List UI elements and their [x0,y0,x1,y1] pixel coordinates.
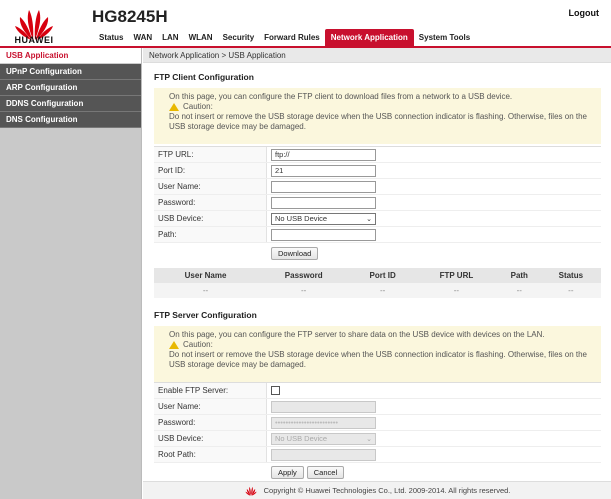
ftp-url-row: FTP URL: [154,147,601,163]
column-header: Path [497,268,541,283]
user-name-label: User Name: [154,179,267,194]
usb-device-label: USB Device: [154,211,267,226]
download-row: Download [154,243,601,263]
ftp-client-form: FTP URL: Port ID: User Name: Password: U… [154,146,601,263]
copyright-text: Copyright © Huawei Technologies Co., Ltd… [263,486,511,495]
nav-lan[interactable]: LAN [157,29,183,46]
path-input[interactable] [271,228,376,241]
nav-wan[interactable]: WAN [128,29,157,46]
password-row: Password: [154,195,601,211]
ftp-server-form: Enable FTP Server: User Name: Password: … [154,382,601,481]
port-id-row: Port ID: [154,163,601,179]
footer: Copyright © Huawei Technologies Co., Ltd… [143,481,611,499]
ftp-client-notice: On this page, you can configure the FTP … [154,88,601,144]
table-cell: -- [350,283,415,298]
root-path-input[interactable] [271,448,376,461]
header: HUAWEI HG8245H Logout Status WAN LAN WLA… [0,0,611,48]
chevron-down-icon: ⌄ [366,435,372,443]
table-row: -- -- -- -- -- -- [154,283,601,298]
ftp-server-caution: Caution: [169,340,593,350]
port-id-label: Port ID: [154,163,267,178]
warning-icon [169,341,179,349]
enable-ftp-server-label: Enable FTP Server: [154,383,267,398]
caution-label: Caution: [183,340,213,349]
sidebar-item-ddns-configuration[interactable]: DDNS Configuration [0,96,141,112]
table-cell: -- [154,283,258,298]
nav-system-tools[interactable]: System Tools [414,29,475,46]
ftp-client-caution: Caution: [169,102,593,112]
warning-icon [169,103,179,111]
huawei-logo-icon [245,486,257,496]
nav-network-application[interactable]: Network Application [324,29,414,46]
usb-device-row: USB Device: No USB Device ⌄ [154,211,601,227]
path-row: Path: [154,227,601,243]
sidebar-item-dns-configuration[interactable]: DNS Configuration [0,112,141,128]
server-user-name-row: User Name: [154,399,601,415]
main-content: Network Application > USB Application FT… [143,48,611,481]
user-name-row: User Name: [154,179,601,195]
server-usb-device-label: USB Device: [154,431,267,446]
usb-device-select[interactable]: No USB Device ⌄ [271,212,376,225]
enable-ftp-server-checkbox[interactable] [271,386,280,395]
column-header: Port ID [350,268,415,283]
path-label: Path: [154,227,267,242]
nav-security[interactable]: Security [218,29,260,46]
server-usb-device-select[interactable]: No USB Device ⌄ [271,432,376,445]
ftp-server-notice: On this page, you can configure the FTP … [154,326,601,382]
nav-forward-rules[interactable]: Forward Rules [259,29,325,46]
download-button[interactable]: Download [271,246,319,260]
table-cell: -- [414,283,498,298]
ftp-client-table: User Name Password Port ID FTP URL Path … [154,268,601,298]
server-password-label: Password: [154,415,267,430]
password-label: Password: [154,195,267,210]
chevron-down-icon: ⌄ [366,215,372,223]
nav-wlan[interactable]: WLAN [184,29,218,46]
port-id-input[interactable] [271,164,376,177]
brand-name: HUAWEI [14,35,54,45]
user-name-input[interactable] [271,180,376,193]
sidebar-item-upnp-configuration[interactable]: UPnP Configuration [0,64,141,80]
sidebar-item-usb-application[interactable]: USB Application [0,48,141,64]
usb-device-value: No USB Device [275,214,328,223]
cancel-button[interactable]: Cancel [306,465,345,479]
ftp-client-title: FTP Client Configuration [154,72,254,82]
ftp-server-title: FTP Server Configuration [154,310,257,320]
root-path-label: Root Path: [154,447,267,462]
sidebar: USB Application UPnP Configuration ARP C… [0,48,142,499]
breadcrumb: Network Application > USB Application [143,48,611,63]
table-cell: -- [540,283,601,298]
column-header: Password [257,268,351,283]
server-actions-row: Apply Cancel [154,463,601,481]
ftp-server-notice-text: On this page, you can configure the FTP … [169,330,545,339]
ftp-url-input[interactable] [271,148,376,161]
column-header: FTP URL [414,268,498,283]
server-user-name-label: User Name: [154,399,267,414]
device-model: HG8245H [92,7,168,26]
ftp-client-notice-text: On this page, you can configure the FTP … [169,92,513,101]
table-header-row: User Name Password Port ID FTP URL Path … [154,268,601,283]
server-usb-device-value: No USB Device [275,434,328,443]
server-user-name-input[interactable] [271,400,376,413]
column-header: User Name [154,268,258,283]
server-password-input[interactable] [271,416,376,429]
server-password-row: Password: [154,415,601,431]
server-usb-device-row: USB Device: No USB Device ⌄ [154,431,601,447]
password-input[interactable] [271,196,376,209]
main-nav: Status WAN LAN WLAN Security Forward Rul… [94,29,475,46]
ftp-url-label: FTP URL: [154,147,267,162]
enable-ftp-server-row: Enable FTP Server: [154,383,601,399]
logout-link[interactable]: Logout [569,8,600,18]
apply-button[interactable]: Apply [271,465,304,479]
ftp-server-caution-text: Do not insert or remove the USB storage … [169,350,587,369]
table-cell: -- [497,283,541,298]
caution-label: Caution: [183,102,213,111]
nav-status[interactable]: Status [94,29,128,46]
column-header: Status [540,268,601,283]
sidebar-item-arp-configuration[interactable]: ARP Configuration [0,80,141,96]
ftp-client-caution-text: Do not insert or remove the USB storage … [169,112,587,131]
table-cell: -- [257,283,351,298]
root-path-row: Root Path: [154,447,601,463]
